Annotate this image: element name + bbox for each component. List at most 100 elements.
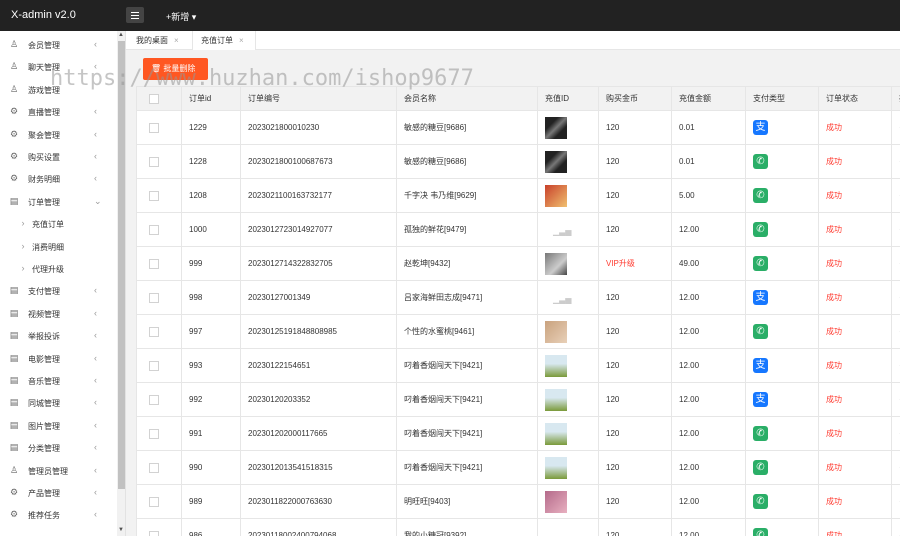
avatar xyxy=(545,456,567,479)
row-checkbox[interactable] xyxy=(149,462,159,473)
row-checkbox-cell[interactable] xyxy=(136,280,182,315)
sidebar-item-label: 图片管理 xyxy=(28,421,60,431)
cell-actions[interactable]: · xyxy=(891,450,900,485)
document-icon: ▤ xyxy=(9,307,19,318)
sidebar-item[interactable]: ▤ 音乐管理 ‹ xyxy=(0,370,116,392)
sidebar-item[interactable]: ♙ 管理员管理 ‹ xyxy=(0,460,116,482)
sidebar-item[interactable]: ⚙ 财务明细 ‹ xyxy=(0,168,116,190)
cell-pay-type: ✆ xyxy=(745,518,819,536)
sidebar-item[interactable]: › 代理升级 xyxy=(0,258,116,280)
sidebar-item[interactable]: ⚙ 购买设置 ‹ xyxy=(0,146,116,168)
wechat-icon: ✆ xyxy=(753,426,768,441)
row-checkbox-cell[interactable] xyxy=(136,382,182,417)
row-checkbox[interactable] xyxy=(149,292,159,303)
sidebar-item[interactable]: ▤ 举报投诉 ‹ xyxy=(0,325,116,347)
sidebar-item[interactable]: ▤ 分类管理 ‹ xyxy=(0,437,116,459)
user-icon: ♙ xyxy=(9,464,19,475)
row-checkbox[interactable] xyxy=(149,224,159,235)
scrollbar-thumb[interactable] xyxy=(118,41,125,489)
avatar xyxy=(545,116,567,139)
cell-actions[interactable]: · xyxy=(891,110,900,145)
row-checkbox[interactable] xyxy=(149,156,159,167)
scroll-down-icon[interactable]: ▼ xyxy=(118,527,124,533)
sidebar-item[interactable]: ▤ 图片管理 ‹ xyxy=(0,415,116,437)
chevron-icon: ‹ xyxy=(94,442,97,453)
row-checkbox[interactable] xyxy=(149,122,159,133)
cell-actions[interactable]: · xyxy=(891,416,900,451)
menu-toggle-button[interactable] xyxy=(126,7,144,23)
close-icon[interactable]: × xyxy=(239,36,244,45)
sidebar-item[interactable]: ⚙ 直播管理 ‹ xyxy=(0,101,116,123)
row-checkbox-cell[interactable] xyxy=(136,212,182,247)
cell-actions[interactable]: · xyxy=(891,314,900,349)
row-checkbox[interactable] xyxy=(149,360,159,371)
cell-actions[interactable]: · xyxy=(891,212,900,247)
row-checkbox[interactable] xyxy=(149,190,159,201)
row-checkbox-cell[interactable] xyxy=(136,144,182,179)
row-checkbox-cell[interactable] xyxy=(136,246,182,281)
cell-actions[interactable]: · xyxy=(891,382,900,417)
cell-actions[interactable]: · xyxy=(891,246,900,281)
add-new-dropdown[interactable]: +新增 ▾ xyxy=(166,10,196,23)
row-checkbox[interactable] xyxy=(149,530,159,536)
sidebar-item[interactable]: ▤ 视频管理 ‹ xyxy=(0,303,116,325)
chevron-icon: ‹ xyxy=(94,106,97,117)
row-checkbox[interactable] xyxy=(149,326,159,337)
chevron-icon: ‹ xyxy=(94,464,97,475)
sidebar-item[interactable]: ⚙ 推荐任务 ‹ xyxy=(0,504,116,526)
cell-status: 成功 xyxy=(818,314,892,349)
app-logo[interactable]: X-admin v2.0 xyxy=(11,9,76,21)
cell-order-no: 2023012714322832705 xyxy=(240,246,397,281)
chevron-icon: ‹ xyxy=(94,151,97,161)
cell-pay-type: 支 xyxy=(745,280,819,315)
select-all-checkbox[interactable] xyxy=(149,93,159,104)
cell-actions[interactable]: · xyxy=(891,348,900,383)
tab-recharge-orders[interactable]: 充值订单 × xyxy=(192,31,256,50)
row-checkbox-cell[interactable] xyxy=(136,314,182,349)
sidebar-item[interactable]: ▤ 订单管理 ⌄ xyxy=(0,191,116,213)
sidebar-item[interactable]: ♙ 会员管理 ‹ xyxy=(0,34,116,56)
sidebar-scrollbar[interactable]: ▲ ▼ xyxy=(117,31,125,536)
close-icon[interactable]: × xyxy=(174,36,179,45)
chevron-icon: ‹ xyxy=(94,419,97,430)
cell-order-no: 20230125191848808985 xyxy=(240,314,397,349)
sidebar-item[interactable]: › 充值订单 xyxy=(0,213,116,235)
cell-actions[interactable]: · xyxy=(891,144,900,179)
row-checkbox[interactable] xyxy=(149,394,159,405)
table-row: 98620230118002400794068我的小糖冠[9392] ▁▃▅ 120… xyxy=(136,518,900,536)
row-checkbox-cell[interactable] xyxy=(136,178,182,213)
header-amount: 充值金额 xyxy=(671,86,746,111)
cell-member-name: 赵乾坤[9432] xyxy=(396,246,538,281)
tab-desktop[interactable]: 我的桌面 × xyxy=(136,31,179,50)
cell-avatar xyxy=(537,144,599,179)
table-row: 991 202301202000117665 叼着香烟闯天下[9421] 120 12.… xyxy=(136,416,900,451)
sidebar-item[interactable]: ▤ 同城管理 ‹ xyxy=(0,392,116,414)
avatar xyxy=(545,422,567,445)
row-checkbox-cell[interactable] xyxy=(136,518,182,536)
sidebar-item[interactable]: ▤ 支付管理 ‹ xyxy=(0,280,116,302)
sidebar-item-label: 聚会管理 xyxy=(28,130,60,140)
cell-member-name: 个性的水蜜桃[9461] xyxy=(396,314,538,349)
sidebar-item[interactable]: › 消费明细 xyxy=(0,236,116,258)
row-checkbox[interactable] xyxy=(149,496,159,507)
row-checkbox-cell[interactable] xyxy=(136,416,182,451)
cell-actions[interactable]: · xyxy=(891,178,900,213)
cell-actions[interactable]: · xyxy=(891,484,900,519)
row-checkbox-cell[interactable] xyxy=(136,110,182,145)
row-checkbox[interactable] xyxy=(149,258,159,269)
row-checkbox-cell[interactable] xyxy=(136,484,182,519)
cell-status: 成功 xyxy=(818,348,892,383)
sidebar-item[interactable]: ▤ 电影管理 ‹ xyxy=(0,348,116,370)
scroll-up-icon[interactable]: ▲ xyxy=(118,32,124,38)
cell-amount: 49.00 xyxy=(671,246,746,281)
sidebar-item[interactable]: ⚙ 聚会管理 ‹ xyxy=(0,124,116,146)
cell-order-no: 2023021800100687673 xyxy=(240,144,397,179)
cell-actions[interactable]: · xyxy=(891,518,900,536)
cell-order-id: 997 xyxy=(181,314,241,349)
sidebar-item[interactable]: ⚙ 产品管理 ‹ xyxy=(0,482,116,504)
row-checkbox-cell[interactable] xyxy=(136,450,182,485)
wechat-icon: ✆ xyxy=(753,324,768,339)
row-checkbox[interactable] xyxy=(149,428,159,439)
row-checkbox-cell[interactable] xyxy=(136,348,182,383)
cell-actions[interactable]: · xyxy=(891,280,900,315)
